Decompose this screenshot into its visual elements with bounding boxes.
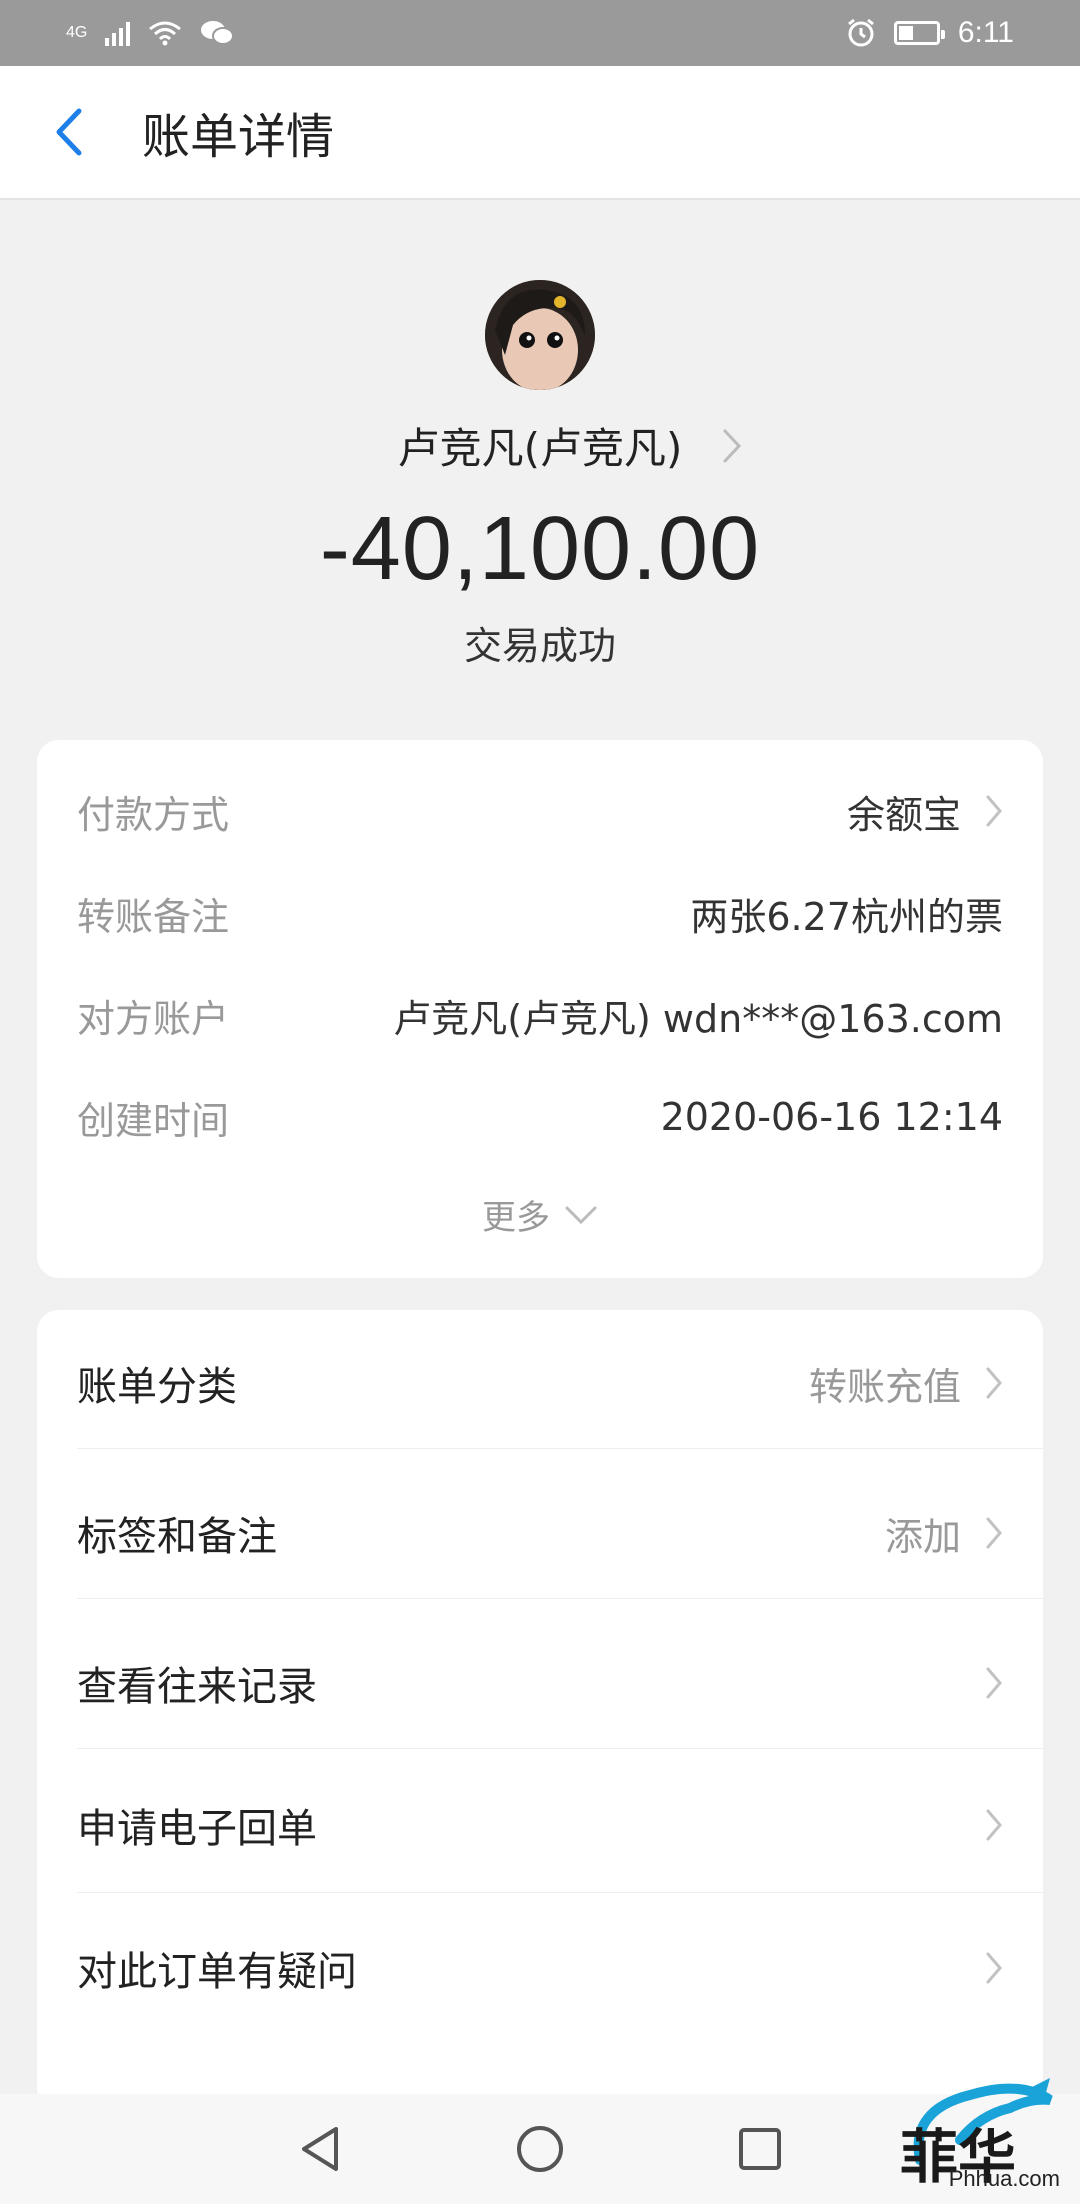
menu-item-history[interactable]: 查看往来记录 <box>77 1633 1003 1733</box>
menu-value: 转账充值 <box>808 1364 961 1409</box>
alarm-icon <box>847 18 874 47</box>
menu-label: 查看往来记录 <box>77 1664 317 1710</box>
menu-label: 账单分类 <box>77 1364 237 1410</box>
chevron-right-icon <box>986 1809 1002 1841</box>
menu-value: 添加 <box>884 1514 961 1559</box>
detail-row-counterparty: 对方账户 卢竞凡(卢竞凡) wdn***@163.com <box>77 985 1003 1045</box>
site-watermark: 菲华网 Phhua.com <box>900 2070 1070 2200</box>
clock: 6:11 <box>957 16 1014 49</box>
payee-name[interactable]: 卢竞凡(卢竞凡) <box>0 415 1080 476</box>
divider <box>77 1598 1043 1599</box>
chevron-right-icon <box>986 795 1002 827</box>
page-title: 账单详情 <box>142 109 335 165</box>
chevron-right-icon <box>986 1952 1002 1984</box>
menu-item-bill-category[interactable]: 账单分类 转账充值 <box>77 1333 1003 1433</box>
transaction-status: 交易成功 <box>463 624 616 668</box>
menu-item-e-receipt[interactable]: 申请电子回单 <box>77 1775 1003 1875</box>
detail-label: 转账备注 <box>77 894 230 939</box>
detail-row-transfer-note: 转账备注 两张6.27杭州的票 <box>77 883 1003 943</box>
divider <box>77 1448 1043 1449</box>
more-label: 更多 <box>482 1198 550 1238</box>
detail-label: 对方账户 <box>77 996 230 1041</box>
menu-label: 标签和备注 <box>77 1514 277 1560</box>
chevron-right-icon <box>986 1667 1002 1699</box>
back-triangle-icon[interactable] <box>285 2114 355 2184</box>
recents-square-icon[interactable] <box>725 2114 795 2184</box>
detail-row-created-time: 创建时间 2020-06-16 12:14 <box>77 1087 1003 1147</box>
battery-icon <box>893 21 945 45</box>
chevron-right-icon <box>986 1367 1002 1399</box>
divider <box>77 1748 1043 1749</box>
detail-label: 付款方式 <box>77 792 230 837</box>
detail-value: 余额宝 <box>846 792 961 837</box>
detail-row-payment-method[interactable]: 付款方式 余额宝 <box>77 781 1003 841</box>
network-type: 4G <box>66 24 88 41</box>
status-bar: 4G 6:11 <box>0 0 1080 66</box>
chevron-right-icon <box>986 1517 1002 1549</box>
chevron-left-icon[interactable] <box>38 102 98 162</box>
transaction-amount: -40,100.00 <box>319 499 761 599</box>
wifi-icon <box>149 21 182 46</box>
chevron-right-icon[interactable] <box>722 428 742 464</box>
avatar[interactable] <box>485 280 595 390</box>
detail-value: 卢竞凡(卢竞凡) wdn***@163.com <box>393 996 1003 1041</box>
wechat-icon <box>201 21 235 45</box>
menu-item-tags-notes[interactable]: 标签和备注 添加 <box>77 1483 1003 1583</box>
home-circle-icon[interactable] <box>505 2114 575 2184</box>
actions-card: 账单分类 转账充值 标签和备注 添加 查看往来记录 申请电子回单 对此订单有疑问 <box>37 1310 1043 2110</box>
detail-value: 两张6.27杭州的票 <box>690 894 1003 939</box>
detail-value: 2020-06-16 12:14 <box>660 1095 1003 1139</box>
details-card: 付款方式 余额宝 转账备注 两张6.27杭州的票 对方账户 卢竞凡(卢竞凡) w… <box>37 740 1043 1278</box>
chevron-down-icon <box>565 1206 597 1224</box>
menu-item-order-question[interactable]: 对此订单有疑问 <box>77 1918 1003 2018</box>
watermark-text: Phhua.com <box>948 2166 1060 2191</box>
menu-label: 申请电子回单 <box>77 1806 317 1852</box>
menu-label: 对此订单有疑问 <box>77 1949 357 1995</box>
signal-icon <box>105 20 131 46</box>
detail-label: 创建时间 <box>77 1098 230 1143</box>
more-toggle[interactable]: 更多 <box>37 1190 1043 1239</box>
divider <box>77 1892 1043 1893</box>
app-header: 账单详情 <box>0 66 1080 200</box>
